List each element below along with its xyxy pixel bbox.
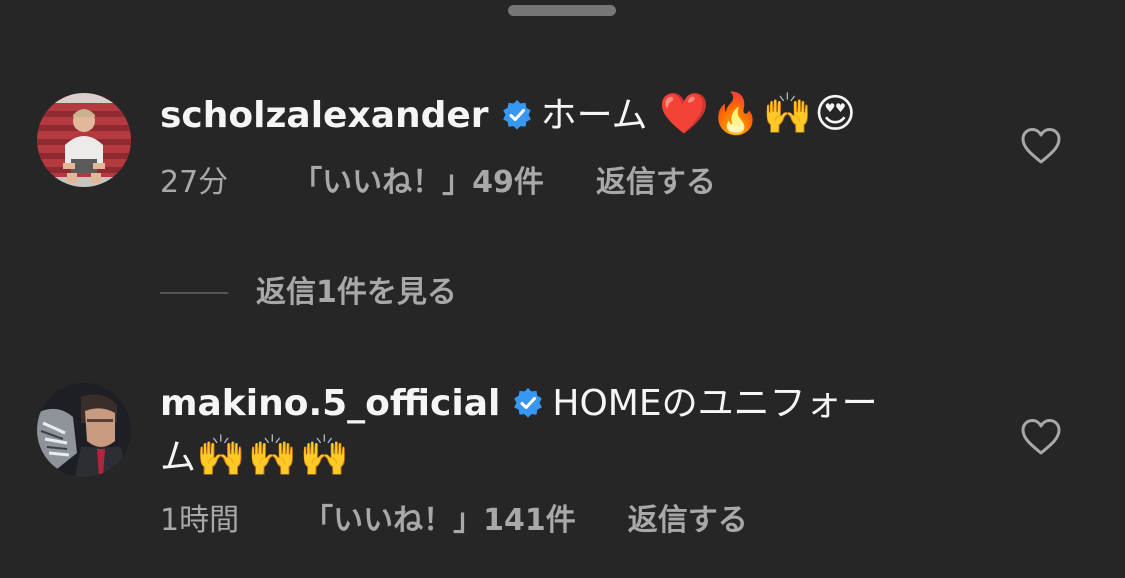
comment-meta: 27分 「いいね！」49件 返信する: [160, 163, 716, 203]
comment-time: 27分: [160, 165, 229, 200]
view-replies-label: 返信1件を見る: [256, 275, 457, 310]
avatar[interactable]: [37, 93, 131, 187]
reply-button[interactable]: 返信する: [596, 163, 716, 203]
comment-meta: 1時間 「いいね！」141件 返信する: [160, 501, 748, 541]
comment-body-line-2: ム🙌🙌🙌: [160, 432, 351, 482]
comment-text: ム: [160, 437, 197, 478]
comment-body: makino.5_official HOMEのユニフォー: [160, 380, 878, 428]
comment-emojis: 🙌🙌🙌: [196, 433, 352, 479]
verified-badge-icon: [512, 387, 544, 419]
comment-text: HOMEのユニフォー: [552, 383, 878, 424]
avatar[interactable]: [37, 383, 131, 477]
heart-outline-icon[interactable]: [1020, 418, 1062, 456]
like-count[interactable]: 「いいね！」49件: [292, 163, 544, 203]
sheet-grabber[interactable]: [508, 5, 616, 16]
comment-text: ホーム: [540, 95, 648, 136]
verified-badge-icon: [501, 99, 533, 131]
like-count[interactable]: 「いいね！」141件: [303, 501, 576, 541]
comment-body: scholzalexander ホーム ❤️🔥🙌😍: [160, 90, 858, 140]
divider: [160, 292, 228, 294]
username[interactable]: makino.5_official: [160, 383, 500, 424]
reply-button[interactable]: 返信する: [628, 501, 748, 541]
heart-outline-icon[interactable]: [1020, 127, 1062, 165]
comment-emojis: ❤️🔥🙌😍: [658, 91, 859, 137]
username[interactable]: scholzalexander: [160, 95, 489, 136]
comment-time: 1時間: [160, 503, 240, 538]
view-replies-button[interactable]: 返信1件を見る: [160, 273, 457, 313]
